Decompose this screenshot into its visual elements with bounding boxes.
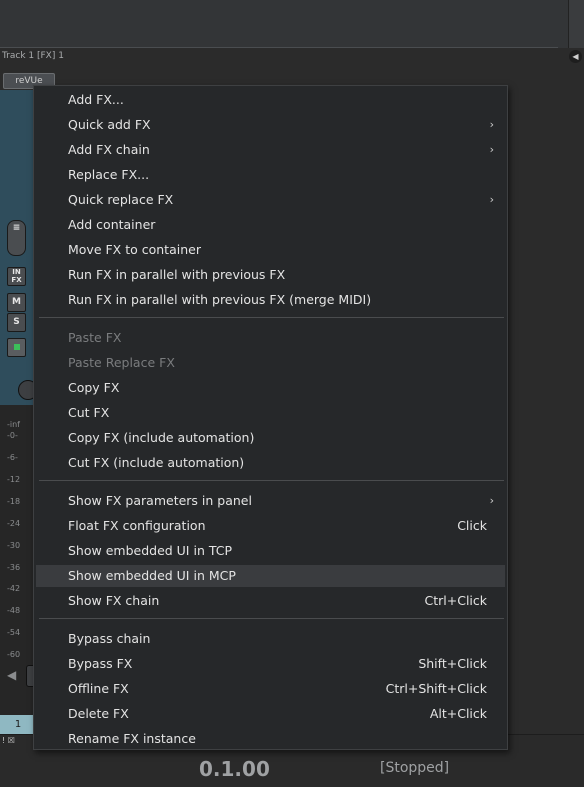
menu-item-label: Show FX parameters in panel	[68, 493, 252, 508]
menu-item-quick-add-fx[interactable]: Quick add FX ›	[36, 114, 505, 136]
menu-item-add-fx-chain[interactable]: Add FX chain ›	[36, 139, 505, 161]
menu-item-shortcut: Click	[457, 518, 487, 533]
menu-item-label: Move FX to container	[68, 242, 201, 257]
db-scale-mark: -36	[7, 563, 21, 572]
transport-status: [Stopped]	[380, 760, 450, 776]
menu-item-run-parallel-merge-midi[interactable]: Run FX in parallel with previous FX (mer…	[36, 289, 505, 311]
solo-button[interactable]: S	[7, 313, 26, 332]
menu-item-label: Paste FX	[68, 330, 122, 345]
menu-item-label: Bypass FX	[68, 656, 133, 671]
color-swatch-icon	[13, 344, 20, 350]
menu-item-float-fx-config[interactable]: Float FX configuration Click	[36, 515, 505, 537]
speaker-icon: ◀	[7, 668, 17, 682]
time-display[interactable]: 0.1.00	[199, 757, 270, 781]
menu-item-paste-fx[interactable]: Paste FX	[36, 327, 505, 349]
menu-item-label: Copy FX	[68, 380, 120, 395]
menu-item-label: Copy FX (include automation)	[68, 430, 255, 445]
menu-item-label: Offline FX	[68, 681, 129, 696]
menu-item-label: Replace FX...	[68, 167, 150, 182]
db-scale-mark: -12	[7, 475, 21, 484]
db-scale-mark: -48	[7, 606, 21, 615]
menu-item-label: Quick replace FX	[68, 192, 174, 207]
menu-item-bypass-fx[interactable]: Bypass FX Shift+Click	[36, 653, 505, 675]
menu-item-move-fx-to-container[interactable]: Move FX to container	[36, 239, 505, 261]
mixer-tab-icons[interactable]: ! ☒	[2, 736, 15, 745]
menu-separator	[39, 618, 504, 619]
input-fx-button[interactable]: IN FX	[7, 267, 26, 286]
menu-item-label: Bypass chain	[68, 631, 151, 646]
menu-item-offline-fx[interactable]: Offline FX Ctrl+Shift+Click	[36, 678, 505, 700]
menu-item-label: Show embedded UI in TCP	[68, 543, 233, 558]
menu-separator	[39, 480, 504, 481]
menu-item-cut-fx-automation[interactable]: Cut FX (include automation)	[36, 452, 505, 474]
menu-item-run-parallel[interactable]: Run FX in parallel with previous FX	[36, 264, 505, 286]
menu-item-show-fx-parameters[interactable]: Show FX parameters in panel ›	[36, 490, 505, 512]
db-scale-mark: -54	[7, 628, 21, 637]
fx-context-menu: Add FX... Quick add FX › Add FX chain › …	[33, 85, 508, 750]
input-level-label: -inf	[7, 420, 20, 429]
menu-separator	[39, 317, 504, 318]
menu-item-label: Show embedded UI in MCP	[68, 568, 236, 583]
db-scale-mark: -18	[7, 497, 21, 506]
menu-item-show-embedded-ui-tcp[interactable]: Show embedded UI in TCP	[36, 540, 505, 562]
arrange-view[interactable]	[0, 0, 584, 48]
menu-item-label: Rename FX instance	[68, 731, 196, 746]
chevron-right-icon: ›	[489, 494, 494, 507]
play-arrow-icon[interactable]: ◀	[569, 50, 582, 63]
menu-item-label: Add FX...	[68, 92, 124, 107]
chevron-right-icon: ›	[489, 143, 494, 156]
menu-item-label: Paste Replace FX	[68, 355, 175, 370]
track-divider	[0, 47, 558, 48]
menu-item-add-fx[interactable]: Add FX...	[36, 89, 505, 111]
menu-item-paste-replace-fx[interactable]: Paste Replace FX	[36, 352, 505, 374]
envelope-button[interactable]: ≡	[7, 220, 26, 256]
menu-item-copy-fx[interactable]: Copy FX	[36, 377, 505, 399]
mute-button[interactable]: M	[7, 293, 26, 312]
db-scale-mark: -42	[7, 584, 21, 593]
menu-item-shortcut: Alt+Click	[429, 706, 487, 721]
db-scale-mark: -24	[7, 519, 21, 528]
menu-item-bypass-chain[interactable]: Bypass chain	[36, 628, 505, 650]
db-scale-mark: -60	[7, 650, 21, 659]
menu-item-delete-fx[interactable]: Delete FX Alt+Click	[36, 703, 505, 725]
menu-item-label: Delete FX	[68, 706, 129, 721]
menu-item-label: Quick add FX	[68, 117, 151, 132]
db-scale-mark: -0-	[7, 431, 18, 440]
menu-item-show-fx-chain[interactable]: Show FX chain Ctrl+Click	[36, 590, 505, 612]
menu-item-label: Cut FX	[68, 405, 110, 420]
menu-item-rename-fx-instance[interactable]: Rename FX instance	[36, 728, 505, 750]
menu-item-quick-replace-fx[interactable]: Quick replace FX ›	[36, 189, 505, 211]
chevron-right-icon: ›	[489, 193, 494, 206]
track-title: Track 1 [FX] 1	[2, 51, 64, 61]
menu-item-label: Run FX in parallel with previous FX	[68, 267, 286, 282]
menu-item-label: Add FX chain	[68, 142, 150, 157]
chevron-right-icon: ›	[489, 118, 494, 131]
menu-item-shortcut: Ctrl+Click	[424, 593, 488, 608]
db-scale-mark: -6-	[7, 453, 18, 462]
track-number[interactable]: 1	[0, 715, 36, 734]
menu-item-label: Cut FX (include automation)	[68, 455, 245, 470]
menu-item-label: Show FX chain	[68, 593, 160, 608]
menu-item-label: Add container	[68, 217, 156, 232]
menu-item-replace-fx[interactable]: Replace FX...	[36, 164, 505, 186]
menu-item-label: Run FX in parallel with previous FX (mer…	[68, 292, 372, 307]
track-color-button[interactable]	[7, 338, 26, 357]
vertical-scrollbar[interactable]	[568, 0, 584, 48]
menu-item-label: Float FX configuration	[68, 518, 206, 533]
menu-item-copy-fx-automation[interactable]: Copy FX (include automation)	[36, 427, 505, 449]
menu-item-add-container[interactable]: Add container	[36, 214, 505, 236]
db-scale-mark: -30	[7, 541, 21, 550]
menu-item-cut-fx[interactable]: Cut FX	[36, 402, 505, 424]
menu-item-show-embedded-ui-mcp[interactable]: Show embedded UI in MCP	[36, 565, 505, 587]
menu-item-shortcut: Shift+Click	[418, 656, 487, 671]
menu-item-shortcut: Ctrl+Shift+Click	[385, 681, 487, 696]
